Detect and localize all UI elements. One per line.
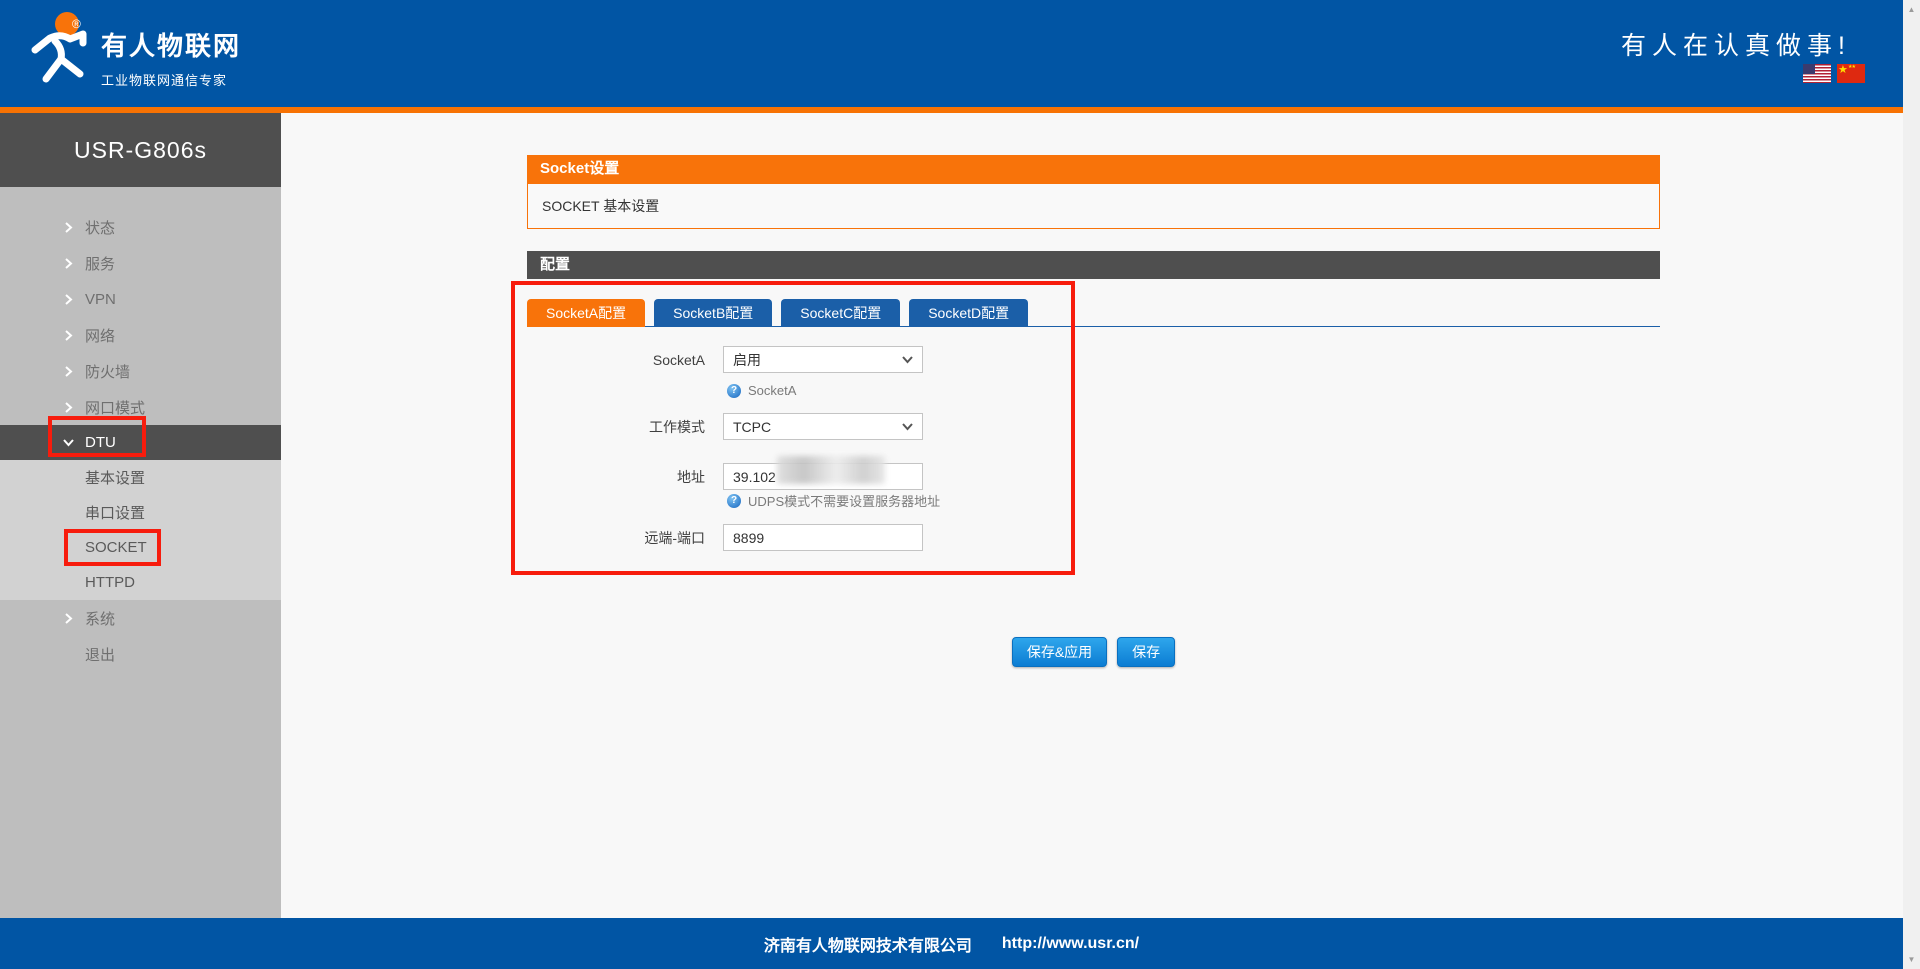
save-button[interactable]: 保存	[1117, 637, 1175, 667]
sidebar-item-serial-settings[interactable]: 串口设置	[0, 495, 281, 530]
form-row-work-mode: 工作模式 TCPC	[527, 413, 923, 440]
footer-company: 济南有人物联网技术有限公司	[764, 932, 972, 956]
select-value: 启用	[733, 350, 761, 370]
star-icon: ★★	[1848, 64, 1855, 70]
chevron-down-icon	[902, 356, 913, 364]
remote-port-input[interactable]	[723, 524, 923, 551]
address-field-wrap	[723, 463, 923, 490]
device-title: USR-G806s	[0, 113, 281, 187]
sidebar-item-label: 串口设置	[85, 502, 145, 523]
help-icon: ?	[727, 494, 741, 508]
sidebar-item-firewall[interactable]: 防火墙	[0, 353, 281, 389]
brand-title: 有人物联网	[101, 26, 241, 63]
sidebar-item-port-mode[interactable]: 网口模式	[0, 389, 281, 425]
registered-mark: ®	[72, 17, 81, 31]
tab-socket-a[interactable]: SocketA配置	[527, 299, 645, 327]
save-apply-button[interactable]: 保存&应用	[1012, 637, 1107, 667]
sidebar: USR-G806s 状态 服务 VPN 网络 防火墙 网口模式 DTU	[0, 113, 281, 918]
us-flag-icon[interactable]	[1803, 64, 1831, 83]
chevron-right-icon	[63, 402, 74, 413]
chevron-down-icon	[902, 423, 913, 431]
sidebar-item-label: 服务	[85, 253, 115, 274]
sidebar-item-label: 网口模式	[85, 397, 145, 418]
chevron-right-icon	[63, 613, 74, 624]
chevron-right-icon	[63, 294, 74, 305]
sidebar-item-label: VPN	[85, 291, 116, 308]
help-text: SocketA	[748, 383, 796, 398]
cn-flag-icon[interactable]: ★ ★★	[1837, 64, 1865, 83]
help-icon: ?	[727, 384, 741, 398]
star-icon: ★	[1838, 63, 1848, 76]
section-description-box: SOCKET 基本设置	[527, 183, 1660, 229]
sidebar-item-system[interactable]: 系统	[0, 600, 281, 636]
sidebar-item-label: 网络	[85, 325, 115, 346]
page-scrollbar[interactable]: ▲ ▼	[1903, 0, 1920, 969]
field-label: SocketA	[527, 352, 705, 368]
main-content: Socket设置 SOCKET 基本设置 配置 SocketA配置 Socket…	[527, 113, 1660, 918]
tab-socket-b[interactable]: SocketB配置	[654, 299, 772, 327]
form-row-socket-a: SocketA 启用	[527, 346, 923, 373]
sidebar-item-label: HTTPD	[85, 574, 135, 591]
sidebar-item-socket[interactable]: SOCKET	[0, 530, 281, 565]
chevron-right-icon	[63, 366, 74, 377]
socket-a-help: ? SocketA	[727, 383, 796, 398]
form-row-remote-port: 远端-端口	[527, 524, 923, 551]
address-help: ? UDPS模式不需要设置服务器地址	[727, 491, 940, 510]
scroll-up-icon[interactable]: ▲	[1903, 5, 1920, 14]
field-label: 工作模式	[527, 417, 705, 437]
header-slogan: 有人在认真做事!	[1621, 26, 1851, 62]
sidebar-item-label: 状态	[85, 217, 115, 238]
sidebar-item-network[interactable]: 网络	[0, 317, 281, 353]
tab-socket-d[interactable]: SocketD配置	[909, 299, 1028, 327]
section-title-bar: Socket设置	[527, 155, 1660, 183]
brand-subtitle: 工业物联网通信专家	[101, 70, 241, 89]
sidebar-item-logout[interactable]: 退出	[0, 636, 281, 672]
sidebar-item-services[interactable]: 服务	[0, 245, 281, 281]
dtu-submenu: 基本设置 串口设置 SOCKET HTTPD	[0, 460, 281, 600]
socket-a-select[interactable]: 启用	[723, 346, 923, 373]
brand-block: 有人物联网 工业物联网通信专家	[101, 26, 241, 89]
socket-tabs: SocketA配置 SocketB配置 SocketC配置 SocketD配置	[527, 299, 1660, 327]
form-row-address: 地址	[527, 463, 923, 490]
field-label: 地址	[527, 467, 705, 487]
chevron-right-icon	[63, 330, 74, 341]
sidebar-item-httpd[interactable]: HTTPD	[0, 565, 281, 600]
usr-logo-icon	[22, 6, 98, 86]
footer: 济南有人物联网技术有限公司 http://www.usr.cn/	[0, 918, 1903, 969]
sidebar-item-label: SOCKET	[85, 539, 147, 556]
language-switch: ★ ★★	[1803, 64, 1865, 83]
help-text: UDPS模式不需要设置服务器地址	[748, 491, 940, 510]
sidebar-item-vpn[interactable]: VPN	[0, 281, 281, 317]
config-title-bar: 配置	[527, 251, 1660, 279]
footer-url-link[interactable]: http://www.usr.cn/	[1002, 935, 1139, 953]
sidebar-item-dtu[interactable]: DTU	[0, 425, 281, 460]
sidebar-item-label: 基本设置	[85, 467, 145, 488]
chevron-right-icon	[63, 258, 74, 269]
redaction-blur	[777, 456, 885, 484]
work-mode-select[interactable]: TCPC	[723, 413, 923, 440]
chevron-right-icon	[63, 222, 74, 233]
top-header: ® 有人物联网 工业物联网通信专家 有人在认真做事! ★ ★★	[0, 0, 1903, 107]
sidebar-item-basic-settings[interactable]: 基本设置	[0, 460, 281, 495]
sidebar-item-label: 系统	[85, 608, 115, 629]
sidebar-menu: 状态 服务 VPN 网络 防火墙 网口模式 DTU 基本设置	[0, 187, 281, 672]
select-value: TCPC	[733, 419, 771, 435]
section-description: SOCKET 基本设置	[542, 196, 659, 216]
tab-socket-c[interactable]: SocketC配置	[781, 299, 900, 327]
chevron-down-icon	[63, 437, 74, 448]
sidebar-item-label: 退出	[85, 644, 115, 665]
sidebar-item-label: 防火墙	[85, 361, 130, 382]
field-label: 远端-端口	[527, 528, 705, 548]
scroll-down-icon[interactable]: ▼	[1903, 955, 1920, 964]
button-row: 保存&应用 保存	[527, 637, 1660, 667]
sidebar-item-label: DTU	[85, 434, 116, 451]
sidebar-item-status[interactable]: 状态	[0, 209, 281, 245]
